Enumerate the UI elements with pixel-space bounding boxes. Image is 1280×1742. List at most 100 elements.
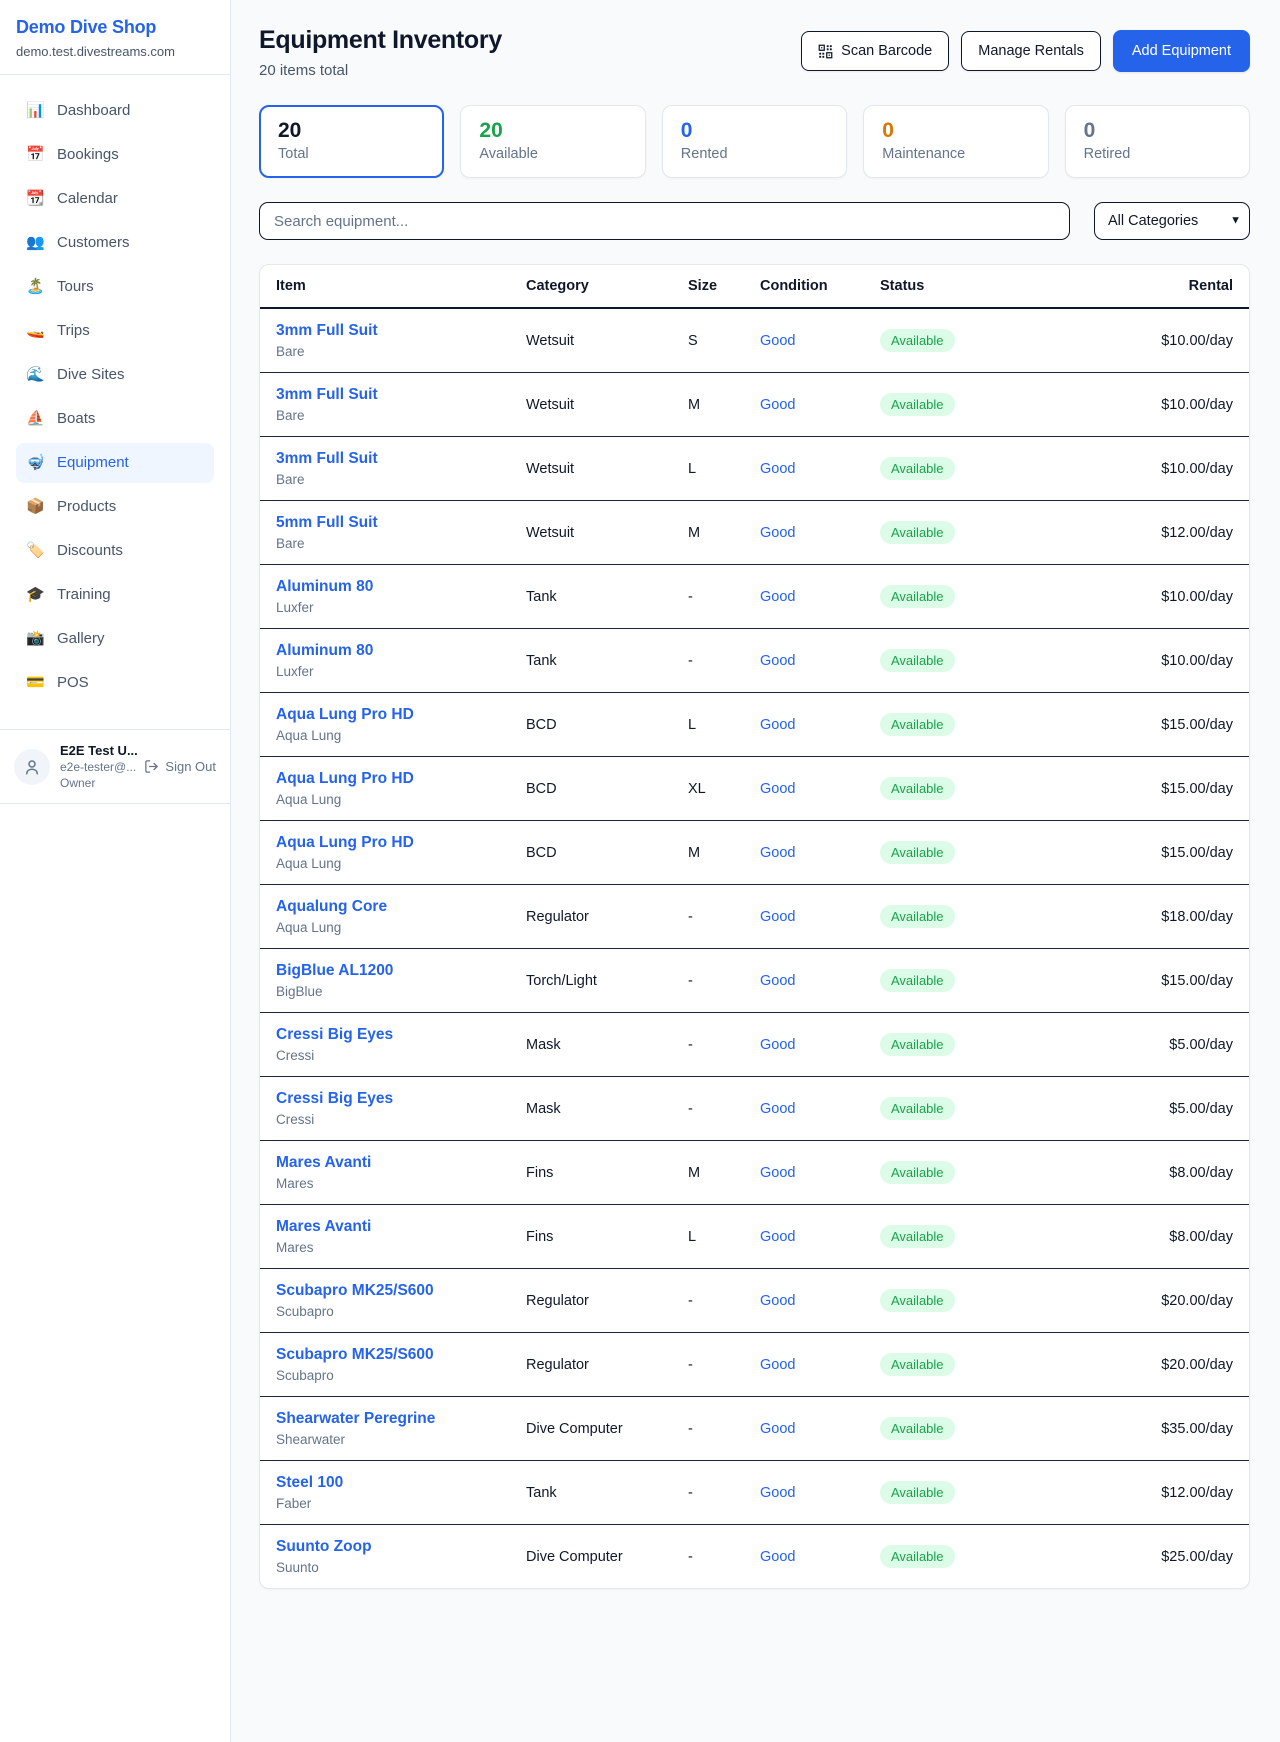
item-name-link[interactable]: 3mm Full Suit <box>276 322 378 340</box>
sidebar-item-label: Dive Sites <box>57 364 125 386</box>
item-name-link[interactable]: Scubapro MK25/S600 <box>276 1346 434 1364</box>
sidebar-item-training[interactable]: 🎓 Training <box>16 575 214 615</box>
item-name-link[interactable]: Cressi Big Eyes <box>276 1026 393 1044</box>
sidebar-item-gallery[interactable]: 📸 Gallery <box>16 619 214 659</box>
item-name-link[interactable]: Cressi Big Eyes <box>276 1090 393 1108</box>
sign-out-button[interactable]: Sign Out <box>144 759 216 774</box>
sidebar-item-products[interactable]: 📦 Products <box>16 487 214 527</box>
stat-card-maintenance[interactable]: 0 Maintenance <box>863 105 1048 178</box>
item-condition-link[interactable]: Good <box>760 653 795 669</box>
main-content: Equipment Inventory 20 items total <box>231 0 1280 1742</box>
category-select[interactable]: All Categories <box>1094 202 1250 240</box>
item-brand: Suunto <box>276 1560 494 1575</box>
item-name-link[interactable]: Steel 100 <box>276 1474 343 1492</box>
item-name-link[interactable]: 3mm Full Suit <box>276 450 378 468</box>
item-size: - <box>672 885 744 949</box>
item-name-link[interactable]: Mares Avanti <box>276 1218 371 1236</box>
item-category: BCD <box>510 821 672 885</box>
search-input[interactable] <box>259 202 1070 240</box>
item-name-link[interactable]: Aqualung Core <box>276 898 387 916</box>
sidebar-item-trips[interactable]: 🚤 Trips <box>16 311 214 351</box>
item-category: Torch/Light <box>510 949 672 1013</box>
item-condition-link[interactable]: Good <box>760 333 795 349</box>
item-name-link[interactable]: Suunto Zoop <box>276 1538 372 1556</box>
item-condition-link[interactable]: Good <box>760 461 795 477</box>
item-size: L <box>672 693 744 757</box>
item-name-link[interactable]: 3mm Full Suit <box>276 386 378 404</box>
item-size: M <box>672 373 744 437</box>
item-size: S <box>672 308 744 373</box>
stat-value: 0 <box>1084 119 1231 143</box>
sidebar-item-dive-sites[interactable]: 🌊 Dive Sites <box>16 355 214 395</box>
item-condition-link[interactable]: Good <box>760 1037 795 1053</box>
sidebar-item-pos[interactable]: 💳 POS <box>16 663 214 703</box>
status-badge: Available <box>880 457 955 480</box>
status-badge: Available <box>880 1161 955 1184</box>
item-condition-link[interactable]: Good <box>760 1165 795 1181</box>
item-condition-link[interactable]: Good <box>760 717 795 733</box>
item-condition-link[interactable]: Good <box>760 1293 795 1309</box>
item-condition-link[interactable]: Good <box>760 845 795 861</box>
item-name-link[interactable]: Aqua Lung Pro HD <box>276 834 414 852</box>
sidebar-item-label: Discounts <box>57 540 123 562</box>
boats-icon: ⛵ <box>26 408 44 430</box>
item-name-link[interactable]: Aqua Lung Pro HD <box>276 706 414 724</box>
stat-card-available[interactable]: 20 Available <box>460 105 645 178</box>
sidebar-item-boats[interactable]: ⛵ Boats <box>16 399 214 439</box>
item-name-link[interactable]: Aluminum 80 <box>276 578 373 596</box>
stat-value: 20 <box>278 119 425 143</box>
item-condition-link[interactable]: Good <box>760 397 795 413</box>
item-name-link[interactable]: 5mm Full Suit <box>276 514 378 532</box>
stat-card-rented[interactable]: 0 Rented <box>662 105 847 178</box>
item-category: Fins <box>510 1205 672 1269</box>
equipment-row: Aluminum 80 Luxfer Tank - Good Available… <box>260 629 1249 693</box>
item-name-link[interactable]: BigBlue AL1200 <box>276 962 393 980</box>
item-name-link[interactable]: Aqua Lung Pro HD <box>276 770 414 788</box>
item-condition-link[interactable]: Good <box>760 589 795 605</box>
item-condition-link[interactable]: Good <box>760 525 795 541</box>
stat-card-retired[interactable]: 0 Retired <box>1065 105 1250 178</box>
item-name-link[interactable]: Scubapro MK25/S600 <box>276 1282 434 1300</box>
item-brand: Shearwater <box>276 1432 494 1447</box>
sidebar-item-tours[interactable]: 🏝️ Tours <box>16 267 214 307</box>
sidebar-item-customers[interactable]: 👥 Customers <box>16 223 214 263</box>
item-condition-link[interactable]: Good <box>760 1357 795 1373</box>
item-name-link[interactable]: Shearwater Peregrine <box>276 1410 435 1428</box>
sidebar-item-label: Calendar <box>57 188 118 210</box>
sidebar-item-equipment[interactable]: 🤿 Equipment <box>16 443 214 483</box>
equipment-row: Aluminum 80 Luxfer Tank - Good Available… <box>260 565 1249 629</box>
add-equipment-button[interactable]: Add Equipment <box>1113 30 1250 72</box>
item-name-link[interactable]: Mares Avanti <box>276 1154 371 1172</box>
sidebar-item-calendar[interactable]: 📆 Calendar <box>16 179 214 219</box>
sidebar-item-bookings[interactable]: 📅 Bookings <box>16 135 214 175</box>
sidebar-item-dashboard[interactable]: 📊 Dashboard <box>16 91 214 131</box>
item-condition-link[interactable]: Good <box>760 1549 795 1565</box>
item-condition-link[interactable]: Good <box>760 1101 795 1117</box>
item-category: Wetsuit <box>510 373 672 437</box>
manage-rentals-button[interactable]: Manage Rentals <box>961 31 1101 71</box>
scan-barcode-button[interactable]: Scan Barcode <box>801 31 949 71</box>
sidebar-item-discounts[interactable]: 🏷️ Discounts <box>16 531 214 571</box>
item-condition-link[interactable]: Good <box>760 1421 795 1437</box>
item-condition-link[interactable]: Good <box>760 1485 795 1501</box>
equipment-row: 3mm Full Suit Bare Wetsuit L Good Availa… <box>260 437 1249 501</box>
stat-label: Total <box>278 146 425 162</box>
item-condition-link[interactable]: Good <box>760 781 795 797</box>
table-header: ItemCategorySizeConditionStatusRental <box>260 265 1249 308</box>
item-size: M <box>672 501 744 565</box>
item-name-link[interactable]: Aluminum 80 <box>276 642 373 660</box>
status-badge: Available <box>880 329 955 352</box>
item-condition-link[interactable]: Good <box>760 1229 795 1245</box>
item-condition-link[interactable]: Good <box>760 973 795 989</box>
item-condition-link[interactable]: Good <box>760 909 795 925</box>
brand-name[interactable]: Demo Dive Shop <box>16 17 214 38</box>
user-box: E2E Test U... e2e-tester@... Owner Sign … <box>0 729 230 804</box>
item-rental: $25.00/day <box>1044 1525 1249 1589</box>
equipment-row: Aqualung Core Aqua Lung Regulator - Good… <box>260 885 1249 949</box>
dashboard-icon: 📊 <box>26 100 44 122</box>
item-brand: Bare <box>276 536 494 551</box>
item-brand: Cressi <box>276 1112 494 1127</box>
stat-card-total[interactable]: 20 Total <box>259 105 444 178</box>
item-rental: $20.00/day <box>1044 1333 1249 1397</box>
stat-value: 0 <box>681 119 828 143</box>
